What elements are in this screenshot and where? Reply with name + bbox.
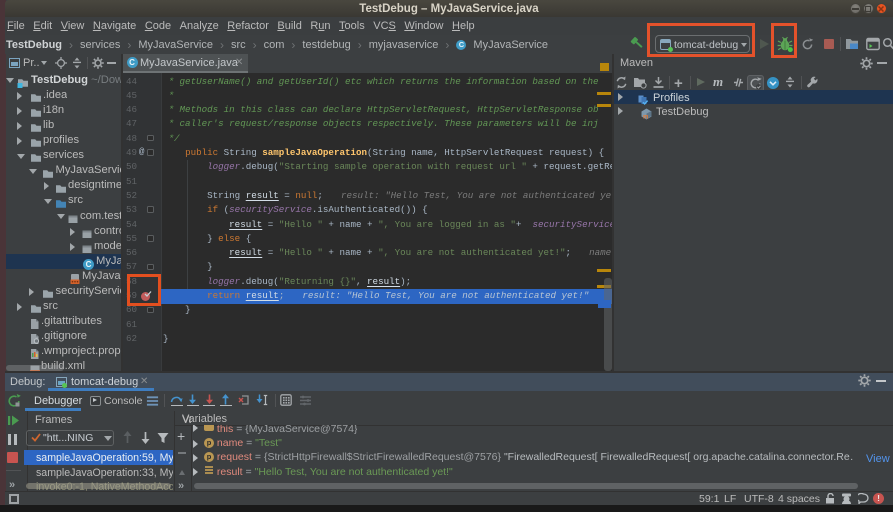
- svg-text:m: m: [643, 114, 648, 120]
